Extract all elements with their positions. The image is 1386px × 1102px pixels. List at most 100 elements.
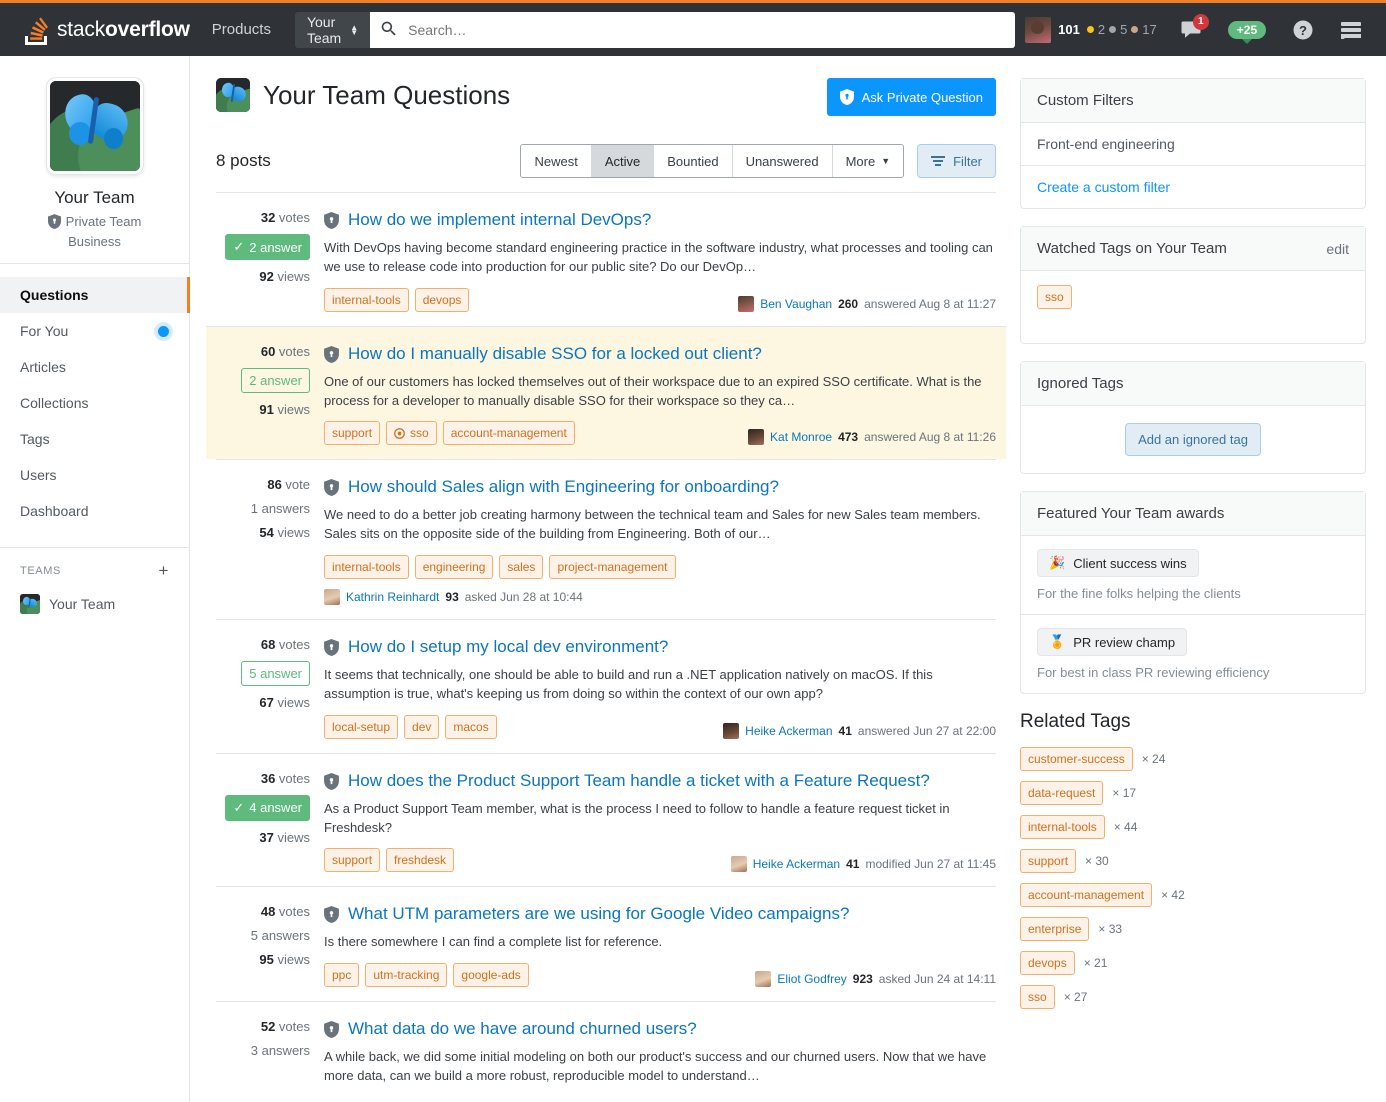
sidebar-item-users[interactable]: Users: [0, 457, 189, 493]
tag-internal-tools[interactable]: internal-tools: [324, 555, 409, 579]
user-profile-link[interactable]: 101 2 5 17: [1015, 17, 1167, 43]
tag-dev[interactable]: dev: [404, 715, 439, 739]
tag-data-request[interactable]: data-request: [1020, 781, 1103, 805]
tag-internal-tools[interactable]: internal-tools: [324, 288, 409, 312]
add-ignored-tag-button[interactable]: Add an ignored tag: [1125, 423, 1261, 456]
award-badge[interactable]: 🎉 Client success wins: [1037, 549, 1199, 577]
team-switcher[interactable]: Your Team ▲▼: [295, 12, 370, 48]
sidebar-item-for-you[interactable]: For You: [0, 313, 189, 349]
tag-list: internal-toolsengineeringsalesproject-ma…: [324, 555, 676, 579]
author-name[interactable]: Kat Monroe: [770, 430, 832, 444]
sidebar-item-questions[interactable]: Questions: [0, 277, 189, 313]
question-title-link[interactable]: How do I setup my local dev environment?: [348, 636, 668, 658]
tag-account-management[interactable]: account-management: [1020, 883, 1152, 907]
tag-macos[interactable]: macos: [445, 715, 496, 739]
question-title-link[interactable]: How do I manually disable SSO for a lock…: [348, 343, 762, 365]
site-switcher-button[interactable]: [1327, 21, 1375, 39]
tab-bountied[interactable]: Bountied: [654, 145, 732, 177]
author-name[interactable]: Kathrin Reinhardt: [346, 590, 439, 604]
stack-overflow-logo[interactable]: stackoverflow: [12, 15, 198, 45]
tag-google-ads[interactable]: google-ads: [453, 963, 528, 987]
nav-products[interactable]: Products: [198, 21, 285, 38]
teams-heading: TEAMS: [20, 565, 61, 577]
badge-counts: 2 5 17: [1087, 22, 1157, 37]
tag-local-setup[interactable]: local-setup: [324, 715, 398, 739]
tag-customer-success[interactable]: customer-success: [1020, 747, 1133, 771]
bronze-badge-count: 17: [1142, 22, 1156, 37]
tag-devops[interactable]: devops: [1020, 951, 1075, 975]
tag-sso[interactable]: sso: [1020, 985, 1055, 1009]
tag-freshdesk[interactable]: freshdesk: [386, 848, 454, 872]
tag-engineering[interactable]: engineering: [415, 555, 494, 579]
tag-internal-tools[interactable]: internal-tools: [1020, 815, 1105, 839]
reputation-score: 101: [1058, 22, 1080, 37]
tag-support[interactable]: support: [324, 421, 380, 445]
question-meta: Kat Monroe473answered Aug 8 at 11:26: [748, 429, 996, 445]
question-title-row: How do I manually disable SSO for a lock…: [324, 343, 996, 366]
question-title-link[interactable]: How should Sales align with Engineering …: [348, 476, 779, 498]
ask-private-question-button[interactable]: Ask Private Question: [827, 78, 996, 116]
sidebar-team-your-team[interactable]: Your Team: [0, 588, 189, 620]
author-name[interactable]: Heike Ackerman: [753, 857, 840, 871]
tag-support[interactable]: support: [1020, 849, 1076, 873]
posts-count: 8 posts: [216, 151, 271, 171]
team-privacy: Private Team: [0, 214, 189, 229]
avatar: [324, 589, 340, 605]
tag-support[interactable]: support: [324, 848, 380, 872]
sidebar-item-articles[interactable]: Articles: [0, 349, 189, 385]
tab-active[interactable]: Active: [592, 145, 654, 177]
page-title: Your Team Questions: [216, 78, 510, 112]
edit-watched-tags-link[interactable]: edit: [1326, 241, 1349, 257]
question-stats: 86 vote1 answers54 views: [216, 476, 324, 605]
sidebar-item-collections[interactable]: Collections: [0, 385, 189, 421]
author-name[interactable]: Eliot Godfrey: [777, 972, 846, 986]
tag-enterprise[interactable]: enterprise: [1020, 917, 1089, 941]
tag-project-management[interactable]: project-management: [549, 555, 675, 579]
team-plan: Business: [0, 234, 189, 249]
inbox-button[interactable]: 1: [1167, 21, 1215, 39]
related-tags-list: customer-success× 24data-request× 17inte…: [1020, 747, 1366, 1009]
author-reputation: 260: [838, 297, 858, 311]
filter-button[interactable]: Filter: [917, 144, 996, 178]
tab-more[interactable]: More ▼: [833, 145, 904, 177]
question-title-link[interactable]: What UTM parameters are we using for Goo…: [348, 903, 849, 925]
tag-sso[interactable]: sso: [386, 421, 437, 445]
help-button[interactable]: ?: [1279, 19, 1327, 41]
author-name[interactable]: Ben Vaughan: [760, 297, 832, 311]
ignored-tags-card: Ignored Tags Add an ignored tag: [1020, 361, 1366, 474]
stack-overflow-logo-icon: [24, 15, 50, 45]
author-name[interactable]: Heike Ackerman: [745, 724, 832, 738]
add-team-icon[interactable]: +: [158, 562, 169, 579]
tag-utm-tracking[interactable]: utm-tracking: [365, 963, 447, 987]
tag-account-management[interactable]: account-management: [443, 421, 575, 445]
tag-sales[interactable]: sales: [499, 555, 543, 579]
avatar: [723, 723, 739, 739]
check-icon: ✓: [233, 239, 244, 255]
question-title-row: What data do we have around churned user…: [324, 1018, 996, 1041]
create-custom-filter-link[interactable]: Create a custom filter: [1021, 166, 1365, 208]
private-shield-icon: [324, 906, 339, 926]
tab-unanswered[interactable]: Unanswered: [733, 145, 833, 177]
question-row: 52 votes3 answersWhat data do we have ar…: [216, 1001, 996, 1100]
sidebar-item-dashboard[interactable]: Dashboard: [0, 493, 189, 529]
question-summary: How do I manually disable SSO for a lock…: [324, 343, 996, 446]
question-title-link[interactable]: How do we implement internal DevOps?: [348, 209, 651, 231]
question-title-link[interactable]: What data do we have around churned user…: [348, 1018, 697, 1040]
award-badge[interactable]: 🏅 PR review champ: [1037, 628, 1187, 656]
tab-newest[interactable]: Newest: [521, 145, 591, 177]
custom-filter-item[interactable]: Front-end engineering: [1021, 123, 1365, 166]
tag-ppc[interactable]: ppc: [324, 963, 359, 987]
team-logo-icon: [20, 594, 40, 614]
achievements-button[interactable]: +25: [1215, 21, 1279, 39]
private-shield-icon: [324, 212, 339, 232]
tag-sso[interactable]: sso: [1037, 285, 1072, 309]
question-title-link[interactable]: How does the Product Support Team handle…: [348, 770, 930, 792]
search-input[interactable]: [406, 21, 1005, 39]
sidebar-item-tags[interactable]: Tags: [0, 421, 189, 457]
search-box[interactable]: [370, 12, 1015, 48]
tag-devops[interactable]: devops: [415, 288, 470, 312]
question-title-row: How does the Product Support Team handle…: [324, 770, 996, 793]
vote-count: 36 votes: [216, 771, 310, 786]
question-title-row: What UTM parameters are we using for Goo…: [324, 903, 996, 926]
sidebar-item-label: Collections: [20, 395, 88, 411]
